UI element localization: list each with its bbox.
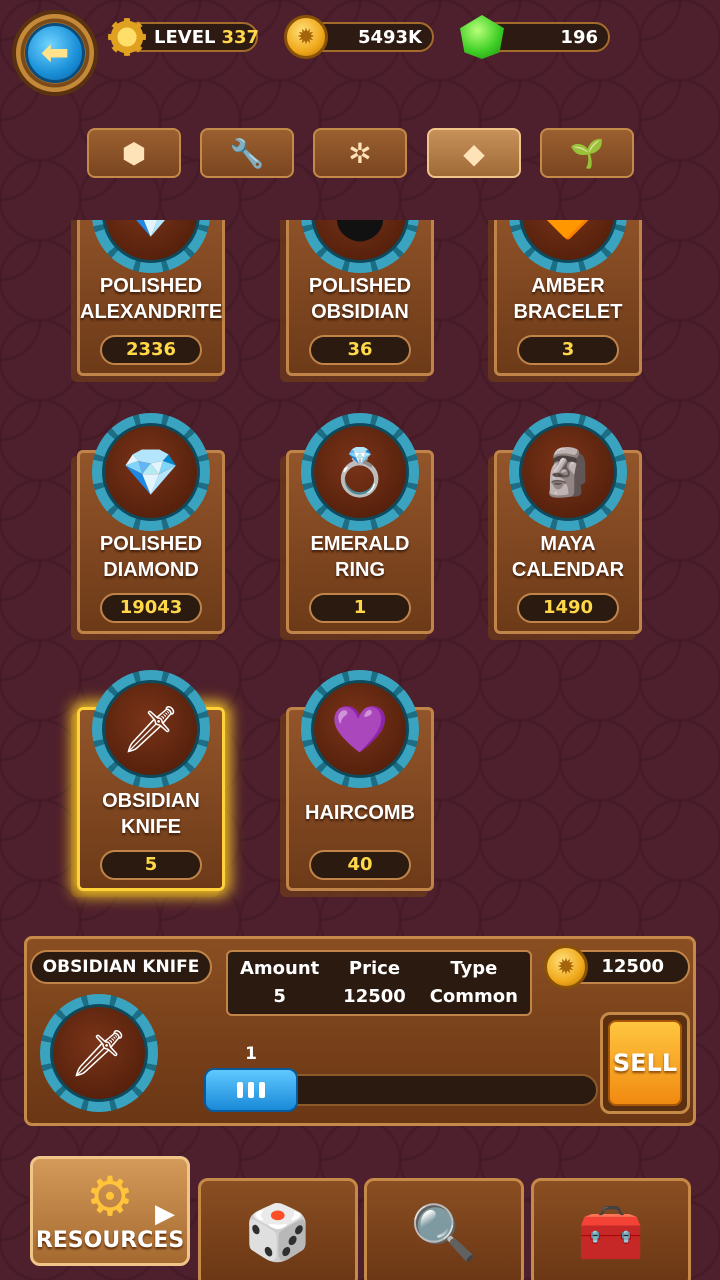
obsidian-knife-icon: 🗡 xyxy=(102,680,200,778)
tab-minerals[interactable]: ⬢ xyxy=(87,128,181,178)
rock-icon: ⬢ xyxy=(121,136,147,170)
nav-chest[interactable]: 🧰 xyxy=(531,1178,691,1280)
back-button[interactable]: ⬅ xyxy=(12,10,98,96)
nav-resources[interactable]: ⚙ ▶ RESOURCES xyxy=(30,1156,190,1266)
gem-amount: 196 xyxy=(560,26,598,48)
item-name-line2: OBSIDIAN xyxy=(311,301,409,323)
level-gear-icon xyxy=(108,18,146,56)
amount-label: Amount xyxy=(239,958,320,979)
tab-tools[interactable]: 🔧 xyxy=(200,128,294,178)
coin-icon: ✹ xyxy=(284,15,328,59)
item-name-line2: BRACELET xyxy=(513,301,623,323)
tab-plants[interactable]: 🌱 xyxy=(540,128,634,178)
item-count: 3 xyxy=(517,335,619,365)
item-name-line1: OBSIDIAN xyxy=(102,790,200,812)
treasure-chest-icon: 🧰 xyxy=(577,1201,645,1264)
tab-chemicals[interactable]: ✲ xyxy=(313,128,407,178)
item-name-line1: POLISHED xyxy=(99,533,203,555)
nav-resources-label: RESOURCES xyxy=(35,1228,185,1253)
emerald-ring-icon: 💍 xyxy=(311,423,409,521)
nav-search[interactable]: 🔍 xyxy=(364,1178,524,1280)
item-name-line1: EMERALD xyxy=(310,533,410,555)
type-value: Common xyxy=(429,986,518,1007)
selected-item-stats: Amount 5 Price 12500 Type Common xyxy=(226,950,532,1016)
coin-amount: 5493K xyxy=(357,26,422,48)
item-name-line2: ALEXANDRITE xyxy=(80,301,223,323)
alexandrite-gem-icon: 💎 xyxy=(102,220,200,263)
price-value: 12500 xyxy=(343,986,406,1007)
item-name-line1: HAIRCOMB xyxy=(305,802,415,824)
item-count: 1 xyxy=(309,593,411,623)
magnifier-icon: 🔍 xyxy=(410,1201,478,1264)
level-label: LEVEL xyxy=(154,26,216,48)
item-name-line1: POLISHED xyxy=(99,275,203,297)
item-name-line2: KNIFE xyxy=(121,816,181,838)
item-count: 2336 xyxy=(100,335,202,365)
item-card-haircomb[interactable]: 💜 HAIRCOMB 40 xyxy=(286,670,434,891)
item-grid: 💎 POLISHED ALEXANDRITE 2336 ⬤ POLISHED OBS… xyxy=(0,220,720,920)
item-card-emerald-ring[interactable]: 💍 EMERALD RING 1 xyxy=(286,413,434,634)
slider-value: 1 xyxy=(245,1044,257,1064)
item-count: 19043 xyxy=(100,593,202,623)
item-count: 36 xyxy=(309,335,411,365)
item-name-line2: RING xyxy=(335,559,385,581)
selected-item-badge: 🗡 xyxy=(40,994,158,1112)
slider-handle[interactable] xyxy=(204,1068,298,1112)
item-count: 1490 xyxy=(517,593,619,623)
item-name-line1: AMBER xyxy=(531,275,605,297)
price-label: Price xyxy=(348,958,401,979)
level-value: 337 xyxy=(221,26,260,48)
maya-calendar-icon: 🗿 xyxy=(519,423,617,521)
item-name-line2: DIAMOND xyxy=(103,559,199,581)
item-name-line2: CALENDAR xyxy=(511,559,625,581)
haircomb-icon: 💜 xyxy=(311,680,409,778)
plant-icon: 🌱 xyxy=(569,136,605,170)
item-card-polished-alexandrite[interactable]: 💎 POLISHED ALEXANDRITE 2336 xyxy=(77,220,225,376)
molecule-icon: ✲ xyxy=(348,136,372,170)
item-card-polished-obsidian[interactable]: ⬤ POLISHED OBSIDIAN 36 xyxy=(286,220,434,376)
diamond-icon: ◆ xyxy=(463,136,485,170)
item-count: 40 xyxy=(309,850,411,880)
obsidian-stone-icon: ⬤ xyxy=(311,220,409,263)
item-count: 5 xyxy=(100,850,202,880)
coin-icon: ✹ xyxy=(544,945,588,989)
nav-dice[interactable]: 🎲 xyxy=(198,1178,358,1280)
item-card-obsidian-knife[interactable]: 🗡 OBSIDIAN KNIFE 5 xyxy=(77,670,225,891)
selected-item-name: OBSIDIAN KNIFE xyxy=(30,950,212,984)
tab-jewelry[interactable]: ◆ xyxy=(427,128,521,178)
wrench-icon: 🔧 xyxy=(229,136,265,170)
back-arrow-icon: ⬅ xyxy=(25,23,85,83)
item-card-polished-diamond[interactable]: 💎 POLISHED DIAMOND 19043 xyxy=(77,413,225,634)
sell-button-label: SELL xyxy=(608,1020,682,1106)
item-card-amber-bracelet[interactable]: 🔶 AMBER BRACELET 3 xyxy=(494,220,642,376)
type-label: Type xyxy=(450,958,498,979)
amount-value: 5 xyxy=(273,986,286,1007)
play-arrow-icon: ▶ xyxy=(155,1199,175,1229)
obsidian-knife-icon: 🗡 xyxy=(50,1004,148,1102)
item-card-maya-calendar[interactable]: 🗿 MAYA CALENDAR 1490 xyxy=(494,413,642,634)
amber-bracelet-icon: 🔶 xyxy=(519,220,617,263)
diamond-gem-icon: 💎 xyxy=(102,423,200,521)
dice-icon: 🎲 xyxy=(244,1201,312,1264)
item-name-line1: POLISHED xyxy=(308,275,412,297)
item-name-line1: MAYA xyxy=(540,533,596,555)
gear-icon: ⚙ xyxy=(85,1164,135,1228)
sell-button[interactable]: SELL xyxy=(600,1012,690,1114)
